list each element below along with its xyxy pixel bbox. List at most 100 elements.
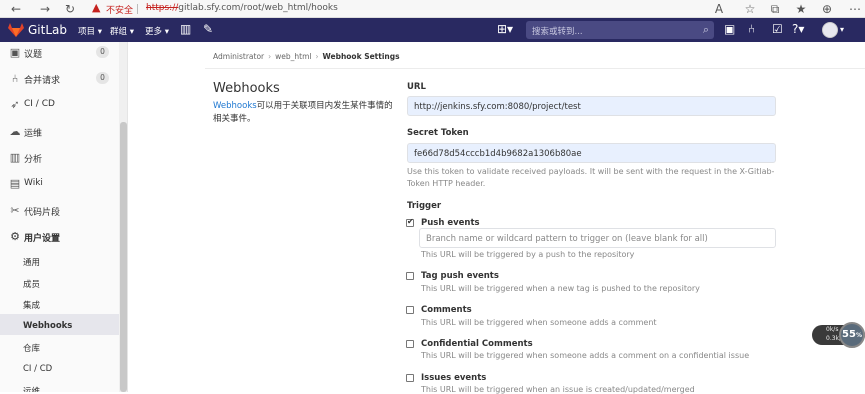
- collections-icon[interactable]: ⧉: [768, 2, 782, 16]
- issues-events-label[interactable]: Issues events: [421, 373, 486, 383]
- favorite-icon[interactable]: ☆: [743, 2, 757, 16]
- sidebar-item-snippets[interactable]: ✂ 代码片段: [0, 200, 119, 222]
- confidential-comments-label[interactable]: Confidential Comments: [421, 339, 533, 349]
- sidebar-sub-members[interactable]: 成员: [23, 278, 40, 290]
- push-events-help: This URL will be triggered by a push to …: [421, 250, 635, 259]
- sidebar-sub-integrations[interactable]: 集成: [23, 299, 40, 311]
- secret-token-field[interactable]: fe66d78d54cccb1d4b9682a1306b80ae: [407, 143, 776, 163]
- branch-filter-input[interactable]: Branch name or wildcard pattern to trigg…: [419, 228, 776, 248]
- url-value: http://jenkins.sfy.com:8080/project/test: [414, 102, 581, 112]
- sidebar-item-label: CI / CD: [24, 99, 55, 109]
- help-icon[interactable]: ?▾: [792, 22, 804, 36]
- tag-push-events-help: This URL will be triggered when a new ta…: [421, 284, 700, 293]
- url-field[interactable]: http://jenkins.sfy.com:8080/project/test: [407, 96, 776, 116]
- reload-icon[interactable]: ↻: [63, 2, 77, 16]
- avatar-chevron-down-icon[interactable]: ▾: [840, 25, 844, 34]
- forward-icon[interactable]: →: [38, 2, 52, 16]
- nav-more-label: 更多: [145, 27, 163, 37]
- usage-percent-value: 55: [842, 329, 856, 340]
- gear-icon: ⚙: [10, 230, 20, 243]
- chart-icon: ▥: [9, 151, 21, 164]
- webhooks-doc-link[interactable]: Webhooks: [213, 101, 257, 111]
- usage-percent-badge[interactable]: 55%: [839, 322, 865, 348]
- back-icon[interactable]: ←: [9, 2, 23, 16]
- issues-check-icon[interactable]: ☑: [772, 22, 783, 36]
- sidebar-item-merge-requests[interactable]: ⑃ 合并请求 0: [0, 68, 119, 90]
- breadcrumb-separator: ›: [315, 52, 319, 61]
- sidebar-sub-general[interactable]: 通用: [23, 256, 40, 268]
- upload-speed: 0k/s: [826, 326, 839, 333]
- breadcrumb-administrator[interactable]: Administrator: [213, 52, 264, 61]
- url-label: URL: [407, 82, 426, 92]
- nav-groups[interactable]: 群组 ▾: [110, 25, 134, 37]
- comments-label[interactable]: Comments: [421, 305, 472, 315]
- merge-requests-count-badge: 0: [96, 72, 109, 84]
- issues-icon: ▣: [9, 46, 21, 59]
- search-input[interactable]: 搜索或转到... ⌕: [526, 21, 714, 39]
- activity-chart-icon[interactable]: ▥: [180, 22, 191, 36]
- sidebar-sub-webhooks[interactable]: Webhooks: [23, 321, 72, 331]
- nav-projects[interactable]: 项目 ▾: [78, 25, 102, 37]
- insecure-label[interactable]: 不安全: [106, 3, 133, 16]
- secret-token-help: Use this token to validate received payl…: [407, 167, 775, 188]
- url-path: gitlab.sfy.com/root/web_html/hooks: [178, 3, 338, 13]
- page-title: Webhooks: [213, 81, 280, 96]
- favorites-bar-icon[interactable]: ★: [794, 2, 808, 16]
- extensions-icon[interactable]: ⊕: [820, 2, 834, 16]
- comments-help: This URL will be triggered when someone …: [421, 318, 657, 327]
- sidebar-item-label: 合并请求: [24, 76, 61, 86]
- sidebar-item-issues[interactable]: ▣ 议题 0: [0, 42, 119, 64]
- secret-token-label: Secret Token: [407, 128, 469, 138]
- app-name[interactable]: GitLab: [28, 23, 67, 37]
- tag-push-events-checkbox[interactable]: [406, 272, 414, 280]
- sidebar-item-analytics[interactable]: ▥ 分析: [0, 147, 119, 169]
- gitlab-logo-icon[interactable]: [8, 23, 24, 37]
- cloud-icon: ☁: [9, 125, 21, 138]
- nav-groups-label: 群组: [110, 27, 128, 37]
- secret-token-value: fe66d78d54cccb1d4b9682a1306b80ae: [414, 149, 582, 159]
- sidebar-scrollbar-thumb[interactable]: [120, 122, 127, 392]
- breadcrumb-project[interactable]: web_html: [275, 52, 311, 61]
- sidebar-sub-ci-cd[interactable]: CI / CD: [23, 364, 52, 374]
- browser-toolbar: ← → ↻ ▲ 不安全 https://gitlab.sfy.com/root/…: [0, 0, 865, 18]
- rocket-icon: ➶: [10, 98, 20, 111]
- issues-events-checkbox[interactable]: [406, 374, 414, 382]
- trigger-label: Trigger: [407, 201, 442, 211]
- issues-events-help: This URL will be triggered when an issue…: [421, 385, 695, 394]
- tag-push-events-label[interactable]: Tag push events: [421, 271, 499, 281]
- sidebar-sub-operations[interactable]: 运维: [23, 385, 40, 392]
- push-events-label[interactable]: Push events: [421, 218, 480, 228]
- branch-filter-placeholder: Branch name or wildcard pattern to trigg…: [426, 234, 708, 244]
- gitlab-header: GitLab 项目 ▾ 群组 ▾ 更多 ▾ ▥ ✎ ⊞▾ 搜索或转到... ⌕ …: [0, 18, 865, 42]
- read-aloud-icon[interactable]: A: [712, 2, 726, 16]
- todo-icon[interactable]: ▣: [724, 22, 735, 36]
- breadcrumb-current[interactable]: Webhook Settings: [322, 52, 399, 61]
- address-bar[interactable]: https://gitlab.sfy.com/root/web_html/hoo…: [146, 3, 338, 13]
- book-icon: ▤: [9, 177, 21, 190]
- sidebar-sub-repository[interactable]: 仓库: [23, 342, 40, 354]
- sidebar-item-operations[interactable]: ☁ 运维: [0, 121, 119, 143]
- merge-request-icon: ⑃: [11, 72, 19, 85]
- sidebar-item-label: 代码片段: [24, 208, 61, 218]
- scissors-icon: ✂: [10, 204, 20, 217]
- confidential-comments-checkbox[interactable]: [406, 340, 414, 348]
- merge-requests-icon[interactable]: ⑃: [748, 22, 755, 36]
- nav-more[interactable]: 更多 ▾: [145, 25, 169, 37]
- search-icon: ⌕: [702, 23, 709, 36]
- sidebar-item-label: 分析: [24, 155, 43, 165]
- sidebar-item-settings[interactable]: ⚙ 用户设置: [0, 226, 119, 248]
- sidebar-item-label: 用户设置: [24, 234, 61, 244]
- confidential-comments-help: This URL will be triggered when someone …: [421, 351, 750, 360]
- push-events-checkbox[interactable]: [406, 217, 414, 227]
- new-plus-icon[interactable]: ⊞▾: [497, 22, 513, 36]
- sidebar-item-label: Wiki: [24, 178, 43, 188]
- breadcrumb: Administrator › web_html › Webhook Settings: [213, 52, 400, 61]
- breadcrumb-divider: [205, 68, 865, 69]
- sidebar-item-wiki[interactable]: ▤ Wiki: [0, 173, 119, 195]
- sidebar-item-ci-cd[interactable]: ➶ CI / CD: [0, 94, 119, 116]
- project-sidebar: ▣ 议题 0 ⑃ 合并请求 0 ➶ CI / CD ☁ 运维 ▥ 分析 ▤ Wi…: [0, 42, 128, 392]
- more-icon[interactable]: ⋯: [848, 2, 862, 16]
- admin-wrench-icon[interactable]: ✎: [203, 22, 213, 36]
- comments-checkbox[interactable]: [406, 306, 414, 314]
- avatar[interactable]: [822, 22, 838, 38]
